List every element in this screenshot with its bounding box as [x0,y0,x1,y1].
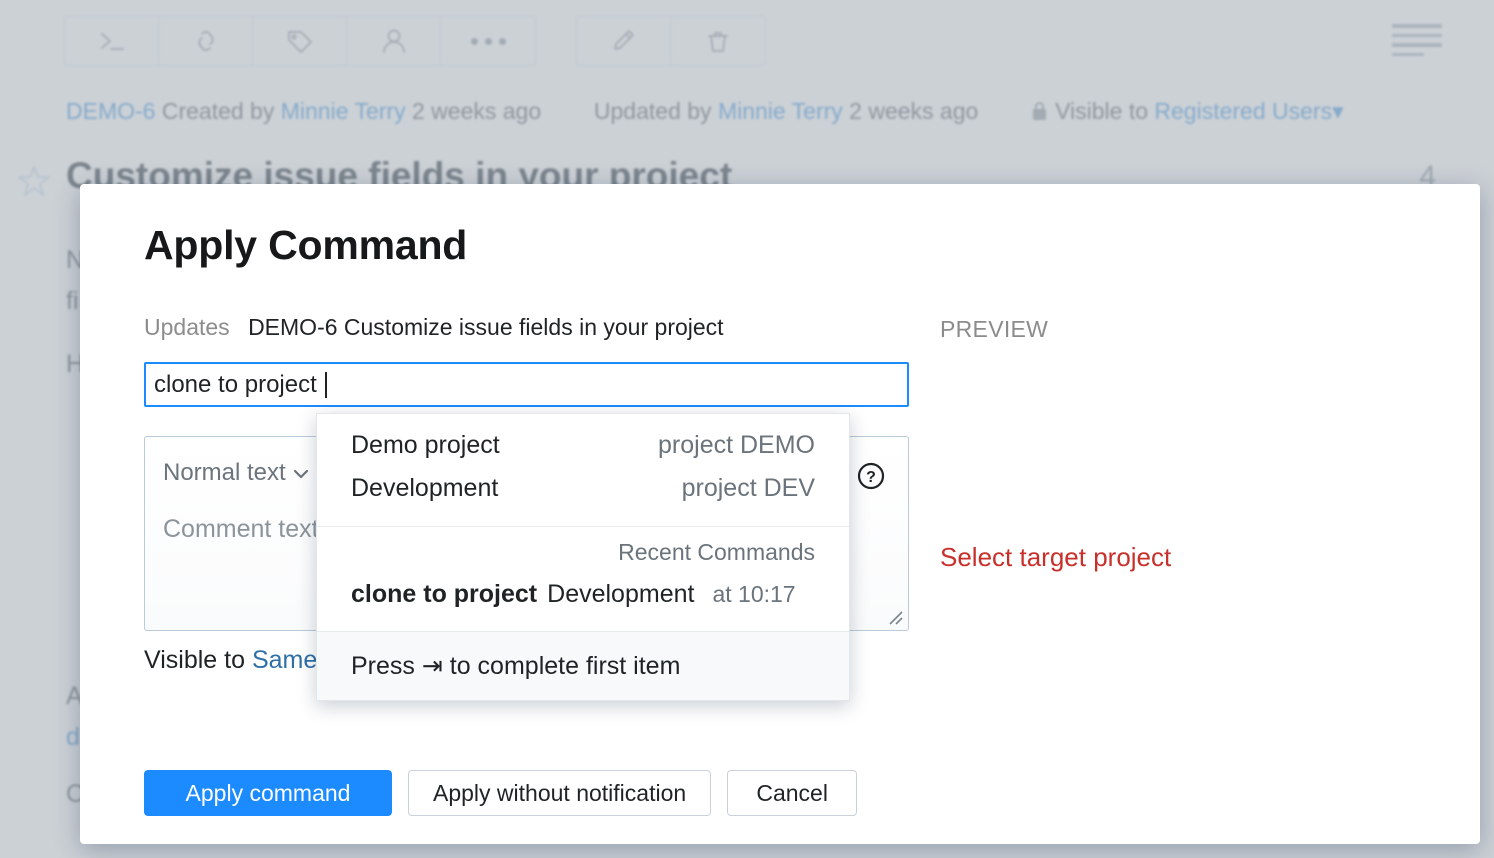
chevron-down-icon [292,459,310,487]
recent-command-item[interactable]: clone to project Development at 10:17 [317,570,849,631]
star-icon[interactable] [16,163,52,204]
apply-without-notification-button[interactable]: Apply without notification [408,770,711,816]
updated-by-label: Updated by [594,98,712,124]
preview-label: PREVIEW [940,316,1048,343]
visibility-label: Visible to [1055,98,1148,124]
apply-command-button[interactable]: Apply command [144,770,392,816]
editor-format-value: Normal text [163,459,286,487]
suggestion-list: Demo project project DEMO Development pr… [317,414,849,526]
user-icon[interactable] [347,17,441,65]
suggestion-hint: project DEMO [658,431,815,460]
comment-visibility-value[interactable]: Same [252,646,317,674]
created-by-label: Created by [162,98,275,124]
link-icon[interactable] [159,17,253,65]
dialog-title: Apply Command [144,222,467,269]
updated-ago: 2 weeks ago [849,98,978,124]
updates-label: Updates [144,314,230,340]
comment-textarea-placeholder: Comment text [163,515,319,544]
trash-icon[interactable] [671,17,765,65]
ellipsis-dots [471,38,506,45]
recent-command-name: clone to project [351,580,537,609]
lock-icon [1031,101,1048,128]
text-caret [325,372,327,398]
visibility-value[interactable]: Registered Users [1154,98,1332,124]
command-input-value: clone to project [154,371,317,399]
list-item[interactable]: Demo project project DEMO [317,424,849,467]
cancel-button[interactable]: Cancel [727,770,857,816]
tag-icon[interactable] [253,17,347,65]
tab-key-icon: ⇥ [422,652,443,680]
recent-command-time: at 10:17 [712,581,795,608]
chevron-down-icon[interactable]: ▾ [1332,98,1344,124]
issue-toolbar-secondary [576,16,766,66]
dropdown-hint: Press ⇥ to complete first item [317,631,849,700]
command-input[interactable]: clone to project [144,362,909,407]
command-autocomplete-dropdown: Demo project project DEMO Development pr… [316,413,850,701]
created-ago: 2 weeks ago [412,98,541,124]
dialog-actions: Apply command Apply without notification… [144,770,857,816]
updated-by-user[interactable]: Minnie Terry [718,98,843,124]
suggestion-name: Development [351,474,498,503]
issue-toolbar-primary [64,16,536,66]
sidebar-toggle-icon[interactable] [1392,24,1442,56]
issue-id-link[interactable]: DEMO-6 [66,98,155,124]
comment-visibility-row: Visible to Same [144,646,317,675]
suggestion-hint: project DEV [682,474,815,503]
resize-handle[interactable] [886,608,904,626]
suggestion-name: Demo project [351,431,500,460]
issue-meta: DEMO-6 Created by Minnie Terry 2 weeks a… [66,98,1344,128]
dropdown-hint-prefix: Press [351,652,415,680]
list-item[interactable]: Development project DEV [317,467,849,510]
created-by-user[interactable]: Minnie Terry [281,98,406,124]
preview-message: Select target project [940,542,1171,573]
command-icon[interactable] [65,17,159,65]
recent-commands-header: Recent Commands [317,527,849,570]
help-icon[interactable]: ? [856,461,886,496]
editor-format-select[interactable]: Normal text [163,459,310,487]
updates-row: Updates DEMO-6 Customize issue fields in… [144,314,724,341]
updates-issue-summary: DEMO-6 Customize issue fields in your pr… [248,314,724,340]
edit-icon[interactable] [577,17,671,65]
more-icon[interactable] [441,17,535,65]
svg-text:?: ? [866,469,876,486]
dropdown-hint-suffix: to complete first item [450,652,681,680]
comment-visibility-label: Visible to [144,646,245,674]
recent-command-argument: Development [547,580,694,609]
